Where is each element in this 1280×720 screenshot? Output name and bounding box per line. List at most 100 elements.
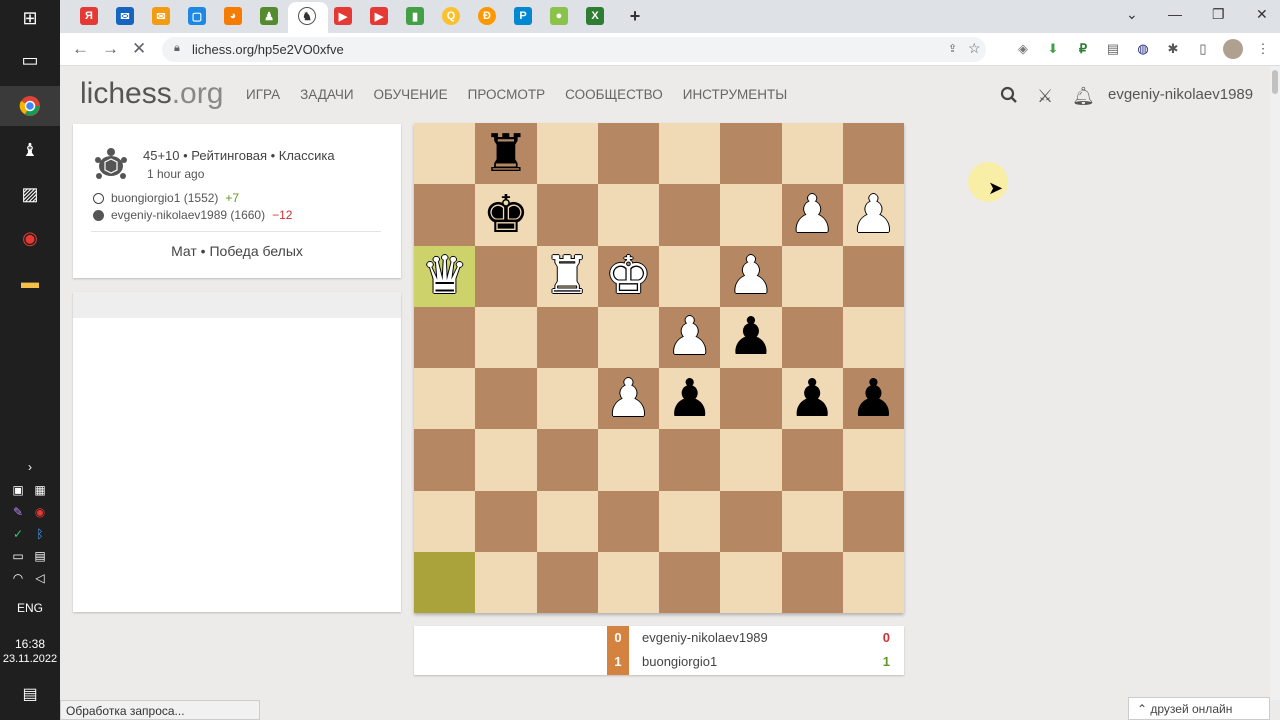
chess-app-icon[interactable]: ♝ bbox=[14, 134, 46, 166]
board-square[interactable] bbox=[659, 429, 721, 491]
tab-search-icon[interactable]: ⌄ bbox=[1126, 6, 1138, 23]
board-square[interactable] bbox=[720, 368, 782, 430]
chat-tabs-bar[interactable] bbox=[73, 292, 401, 318]
board-square[interactable] bbox=[597, 490, 659, 552]
black-king-icon[interactable]: ♚ bbox=[483, 189, 530, 241]
board-square[interactable] bbox=[842, 551, 904, 613]
board-square[interactable] bbox=[720, 123, 782, 185]
board-square[interactable] bbox=[475, 245, 537, 307]
board-square[interactable] bbox=[536, 368, 598, 430]
bookmark-star-icon[interactable]: ☆ bbox=[968, 40, 981, 57]
lock-icon[interactable]: 🔒︎ bbox=[174, 42, 180, 55]
minimize-icon[interactable]: — bbox=[1168, 6, 1182, 22]
board-square[interactable] bbox=[536, 184, 598, 246]
clock-date[interactable]: 23.11.2022 bbox=[0, 653, 60, 665]
board-square[interactable] bbox=[475, 368, 537, 430]
board-square[interactable]: ♟ bbox=[842, 368, 904, 430]
board-square[interactable]: ♟ bbox=[597, 368, 659, 430]
board-square[interactable] bbox=[536, 306, 598, 368]
excel-tab-icon[interactable]: X bbox=[586, 7, 604, 25]
white-player-name[interactable]: buongiorgio1 (1552) bbox=[111, 191, 218, 205]
black-player-name[interactable]: evgeniy-nikolaev1989 (1660) bbox=[111, 208, 265, 222]
stop-loading-icon[interactable]: ✕ bbox=[132, 39, 146, 59]
black-pawn-icon[interactable]: ♟ bbox=[850, 373, 897, 425]
board-square[interactable] bbox=[597, 306, 659, 368]
close-icon[interactable]: ✕ bbox=[1256, 6, 1268, 23]
black-pawn-icon[interactable]: ♟ bbox=[789, 373, 836, 425]
profile-avatar[interactable] bbox=[1223, 39, 1243, 59]
board-square[interactable] bbox=[414, 184, 476, 246]
youtube-tab-icon[interactable]: ▶ bbox=[370, 7, 388, 25]
lichess-tab-icon[interactable]: ♞ bbox=[298, 7, 316, 25]
board-square[interactable] bbox=[720, 551, 782, 613]
terminal-icon[interactable]: ▭ bbox=[14, 44, 46, 76]
bluetooth-icon[interactable]: ᛒ bbox=[32, 526, 48, 542]
mail-tab-icon[interactable]: ✉ bbox=[152, 7, 170, 25]
white-rook-icon[interactable]: ♜ bbox=[544, 250, 591, 302]
white-pawn-icon[interactable]: ♟ bbox=[666, 311, 713, 363]
extensions-puzzle-icon[interactable]: ✱ bbox=[1165, 41, 1181, 57]
scrollbar-thumb[interactable] bbox=[1272, 70, 1278, 94]
black-pawn-icon[interactable]: ♟ bbox=[728, 311, 775, 363]
board-square[interactable]: ♚ bbox=[475, 184, 537, 246]
ruble-extension-icon[interactable]: ₽ bbox=[1075, 41, 1091, 57]
nav-puzzles[interactable]: ЗАДАЧИ bbox=[300, 87, 353, 102]
board-square[interactable] bbox=[659, 490, 721, 552]
board-square[interactable] bbox=[781, 245, 843, 307]
board-square[interactable]: ♜ bbox=[475, 123, 537, 185]
board-square[interactable] bbox=[475, 490, 537, 552]
stats-tab-icon[interactable]: ▮ bbox=[406, 7, 424, 25]
menu-kebab-icon[interactable]: ⋮ bbox=[1255, 41, 1271, 57]
score-player-name[interactable]: buongiorgio1 bbox=[642, 654, 717, 669]
white-pawn-icon[interactable]: ♟ bbox=[850, 189, 897, 241]
board-square[interactable] bbox=[720, 429, 782, 491]
tray-app-icon[interactable]: ▦ bbox=[32, 482, 48, 498]
board-square[interactable]: ♛ bbox=[414, 245, 476, 307]
app-tab-icon[interactable]: Ð bbox=[478, 7, 496, 25]
black-pawn-icon[interactable]: ♟ bbox=[666, 373, 713, 425]
black-rook-icon[interactable]: ♜ bbox=[483, 128, 530, 180]
download-extension-icon[interactable]: ⬇ bbox=[1045, 41, 1061, 57]
board-square[interactable] bbox=[536, 551, 598, 613]
board-square[interactable] bbox=[475, 429, 537, 491]
clock-time[interactable]: 16:38 bbox=[0, 637, 60, 651]
board-square[interactable]: ♟ bbox=[781, 184, 843, 246]
notifications-bell-icon[interactable]: 🔔︎ bbox=[1072, 86, 1095, 107]
yandex-tab-icon[interactable]: Я bbox=[80, 7, 98, 25]
nav-learn[interactable]: ОБУЧЕНИЕ bbox=[374, 87, 448, 102]
record-tray-icon[interactable]: ◉ bbox=[32, 504, 48, 520]
board-square[interactable] bbox=[781, 429, 843, 491]
forward-icon[interactable]: → bbox=[102, 39, 119, 59]
image-app-icon[interactable]: ▨ bbox=[14, 178, 46, 210]
nav-play[interactable]: ИГРА bbox=[246, 87, 280, 102]
board-square[interactable] bbox=[781, 551, 843, 613]
mail-tab-icon[interactable]: ✉ bbox=[116, 7, 134, 25]
app-tab-icon[interactable]: ◕ bbox=[224, 7, 242, 25]
board-square[interactable] bbox=[475, 306, 537, 368]
nav-watch[interactable]: ПРОСМОТР bbox=[468, 87, 546, 102]
white-pawn-icon[interactable]: ♟ bbox=[728, 250, 775, 302]
board-square[interactable] bbox=[842, 490, 904, 552]
tray-app-icon[interactable]: ▣ bbox=[10, 482, 26, 498]
white-king-icon[interactable]: ♚ bbox=[605, 250, 652, 302]
nav-tools[interactable]: ИНСТРУМЕНТЫ bbox=[683, 87, 787, 102]
search-icon[interactable] bbox=[1000, 86, 1018, 109]
app-tab-icon[interactable]: ● bbox=[550, 7, 568, 25]
shield-extension-icon[interactable]: ◈ bbox=[1015, 41, 1031, 57]
youtube-tab-icon[interactable]: ▶ bbox=[334, 7, 352, 25]
search-tab-icon[interactable]: Q bbox=[442, 7, 460, 25]
board-square[interactable] bbox=[720, 490, 782, 552]
board-square[interactable] bbox=[597, 551, 659, 613]
board-square[interactable] bbox=[414, 306, 476, 368]
board-square[interactable]: ♟ bbox=[720, 245, 782, 307]
board-square[interactable]: ♟ bbox=[781, 368, 843, 430]
board-square[interactable] bbox=[781, 490, 843, 552]
board-square[interactable] bbox=[536, 123, 598, 185]
board-square[interactable]: ♚ bbox=[597, 245, 659, 307]
volume-icon[interactable]: ◁ bbox=[32, 570, 48, 586]
board-square[interactable]: ♜ bbox=[536, 245, 598, 307]
shield-icon[interactable]: ✓ bbox=[10, 526, 26, 542]
board-square[interactable] bbox=[659, 123, 721, 185]
windows-start-icon[interactable]: ⊞ bbox=[14, 2, 46, 34]
chess-board[interactable]: ♜ ♚ ♟ ♟ ♛ ♜ ♚ ♟ ♟ ♟ ♟ ♟ ♟ ♟ bbox=[414, 123, 904, 613]
